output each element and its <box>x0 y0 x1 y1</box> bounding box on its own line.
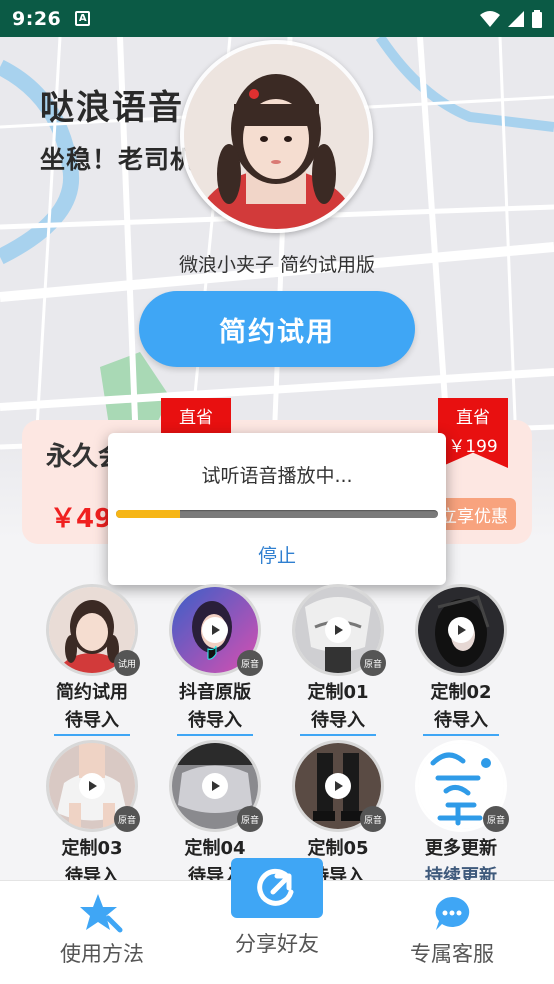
voice-badge: 原音 <box>360 806 386 832</box>
share-button[interactable] <box>231 858 323 918</box>
voice-name: 简约试用 <box>56 682 128 703</box>
avatar-name: 微浪小夹子 简约试用版 <box>178 254 376 276</box>
nav-service-label: 专属客服 <box>410 942 494 966</box>
voice-badge: 原音 <box>237 650 263 676</box>
voice-status[interactable]: 待导入 <box>401 706 521 732</box>
voice-name: 定制05 <box>307 838 369 859</box>
status-underline <box>423 734 499 736</box>
pricing-price: ￥49 <box>50 504 113 534</box>
status-underline <box>177 734 253 736</box>
wifi-icon <box>480 10 500 27</box>
voice-badge: 原音 <box>360 650 386 676</box>
play-icon[interactable] <box>325 773 351 799</box>
nav-service[interactable]: 专属客服 <box>372 894 532 968</box>
status-underline <box>300 734 376 736</box>
voice-name: 抖音原版 <box>179 682 251 703</box>
voice-status[interactable]: 待导入 <box>32 706 152 732</box>
voice-name: 更多更新 <box>425 838 497 859</box>
voice-badge: 原音 <box>114 806 140 832</box>
play-icon[interactable] <box>202 773 228 799</box>
notification-icon: A <box>75 11 91 26</box>
app-title: 哒浪语音 <box>40 88 184 128</box>
voice-status[interactable]: 待导入 <box>278 706 398 732</box>
share-icon <box>257 868 294 906</box>
playback-dialog: 试听语音播放中... 停止 <box>108 433 446 585</box>
status-bar: 9:26 A <box>0 0 554 37</box>
voice-status[interactable]: 待导入 <box>155 706 275 732</box>
voice-name: 定制04 <box>184 838 246 859</box>
voice-badge: 原音 <box>483 806 509 832</box>
voice-name: 定制02 <box>430 682 492 703</box>
signal-icon <box>508 10 524 27</box>
star-icon <box>80 894 123 933</box>
status-icons <box>480 9 542 28</box>
chat-icon <box>435 896 470 930</box>
voice-badge: 试用 <box>114 650 140 676</box>
nav-share[interactable]: 分享好友 <box>197 928 357 958</box>
ribbon-right-label: 直省 <box>456 408 490 428</box>
voice-badge: 原音 <box>237 806 263 832</box>
app-subtitle: 坐稳！老司机 <box>40 145 197 174</box>
voice-name: 定制03 <box>61 838 123 859</box>
play-icon[interactable] <box>79 773 105 799</box>
voice-name: 定制01 <box>307 682 369 703</box>
play-icon[interactable] <box>202 617 228 643</box>
nav-usage[interactable]: 使用方法 <box>22 892 182 968</box>
ribbon-left: 直省 <box>161 398 231 434</box>
play-icon[interactable] <box>448 617 474 643</box>
status-underline <box>54 734 130 736</box>
playback-progress-fill <box>116 510 181 518</box>
playback-progress <box>116 510 438 518</box>
status-time: 9:26 <box>12 7 62 30</box>
main-avatar[interactable] <box>180 40 373 233</box>
trial-button[interactable]: 简约试用 <box>139 291 415 367</box>
play-icon[interactable] <box>325 617 351 643</box>
nav-usage-label: 使用方法 <box>60 942 144 966</box>
dialog-message: 试听语音播放中... <box>201 465 353 487</box>
nav-share-label: 分享好友 <box>235 932 319 956</box>
battery-icon <box>532 9 542 28</box>
stop-button[interactable]: 停止 <box>108 541 446 568</box>
